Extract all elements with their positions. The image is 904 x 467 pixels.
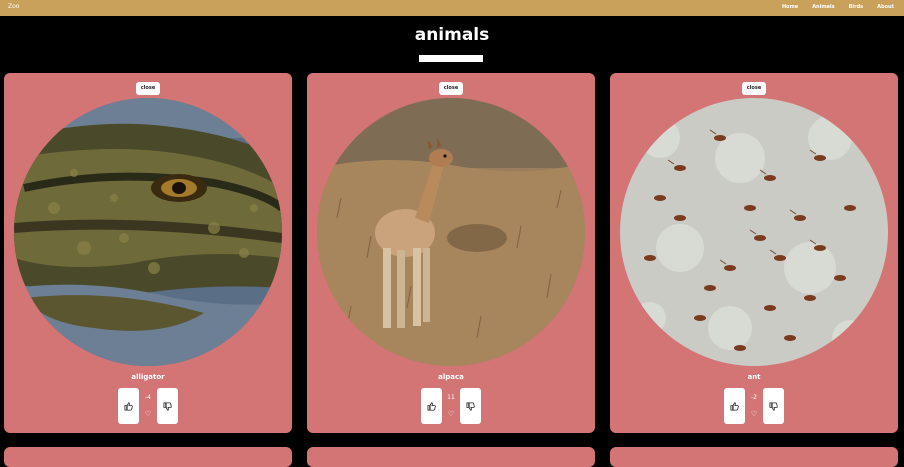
animal-card-alpaca: close alpaca 11 ♡ bbox=[307, 73, 595, 433]
top-nav-bar: Zoo Home Animals Birds About bbox=[0, 0, 904, 16]
heart-icon[interactable]: ♡ bbox=[444, 410, 458, 418]
upvote-button[interactable] bbox=[421, 388, 442, 424]
animal-card-next bbox=[307, 447, 595, 467]
thumbs-up-icon bbox=[730, 401, 739, 411]
thumbs-up-icon bbox=[124, 401, 133, 411]
animal-name: alpaca bbox=[438, 373, 464, 381]
thumbs-down-icon bbox=[466, 401, 475, 411]
close-button[interactable]: close bbox=[742, 82, 766, 95]
downvote-button[interactable] bbox=[763, 388, 784, 424]
upvote-button[interactable] bbox=[118, 388, 139, 424]
nav-links: Home Animals Birds About bbox=[782, 4, 894, 10]
animal-card-alligator: close alligator -4 ♡ bbox=[4, 73, 292, 433]
animal-photo-alligator bbox=[14, 98, 282, 366]
downvote-button[interactable] bbox=[157, 388, 178, 424]
animal-photo-ant bbox=[620, 98, 888, 366]
nav-about[interactable]: About bbox=[877, 4, 894, 10]
upvote-button[interactable] bbox=[724, 388, 745, 424]
page-title: animals bbox=[414, 25, 490, 45]
vote-controls: -4 ♡ bbox=[4, 388, 292, 424]
animal-photo-alpaca bbox=[317, 98, 585, 366]
nav-home[interactable]: Home bbox=[782, 4, 798, 10]
vote-score: 11 bbox=[447, 394, 455, 401]
heart-icon[interactable]: ♡ bbox=[141, 410, 155, 418]
close-button[interactable]: close bbox=[439, 82, 463, 95]
vote-score: -4 bbox=[145, 394, 151, 401]
nav-birds[interactable]: Birds bbox=[849, 4, 864, 10]
thumbs-down-icon bbox=[769, 401, 778, 411]
brand-logo[interactable]: Zoo bbox=[8, 3, 19, 10]
vote-controls: -2 ♡ bbox=[610, 388, 898, 424]
heart-icon[interactable]: ♡ bbox=[747, 410, 761, 418]
vote-controls: 11 ♡ bbox=[307, 388, 595, 424]
vote-score: -2 bbox=[751, 394, 757, 401]
title-underline bbox=[419, 55, 483, 62]
animal-card-ant: close ant -2 ♡ bbox=[610, 73, 898, 433]
animal-card-next bbox=[610, 447, 898, 467]
animal-card-next bbox=[4, 447, 292, 467]
thumbs-down-icon bbox=[163, 401, 172, 411]
nav-animals[interactable]: Animals bbox=[812, 4, 834, 10]
downvote-button[interactable] bbox=[460, 388, 481, 424]
thumbs-up-icon bbox=[427, 401, 436, 411]
animal-name: alligator bbox=[131, 373, 165, 381]
close-button[interactable]: close bbox=[136, 82, 160, 95]
animal-name: ant bbox=[747, 373, 761, 381]
